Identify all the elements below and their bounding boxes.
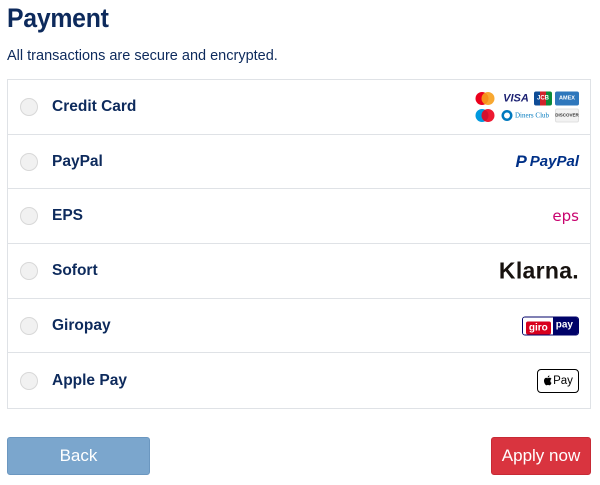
klarna-logo-text: Klarna. <box>498 257 579 284</box>
radio-paypal[interactable] <box>20 152 38 171</box>
giropay-logo-left: giro <box>525 321 551 335</box>
payment-option-paypal[interactable]: PayPal P PayPal <box>8 135 590 190</box>
paypal-logo-text: PayPal <box>529 153 579 171</box>
option-label: Giropay <box>52 316 111 334</box>
radio-giropay[interactable] <box>20 316 38 335</box>
discover-icon: DISCOVER <box>555 108 579 123</box>
payment-options-list: Credit Card VISA JCB AMEX Diners Club DI… <box>7 79 591 410</box>
radio-sofort[interactable] <box>20 261 38 280</box>
apple-pay-logo: Pay <box>537 368 579 393</box>
payment-option-credit-card[interactable]: Credit Card VISA JCB AMEX Diners Club DI… <box>8 80 590 135</box>
radio-apple-pay[interactable] <box>20 371 38 390</box>
jcb-icon: JCB <box>534 91 552 106</box>
giropay-logo-right: pay <box>552 317 578 335</box>
diners-club-icon: Diners Club <box>501 108 549 122</box>
paypal-logo: P PayPal <box>515 152 579 172</box>
page-subtitle: All transactions are secure and encrypte… <box>7 48 278 64</box>
giropay-logo: giro pay <box>521 316 579 336</box>
amex-icon: AMEX <box>555 91 579 106</box>
page-title: Payment <box>7 3 109 33</box>
eps-logo-text: eps <box>552 207 579 226</box>
apple-pay-logo-text: Pay <box>553 374 573 387</box>
option-label: PayPal <box>52 152 103 170</box>
diners-club-text: Diners Club <box>514 111 550 120</box>
payment-option-sofort[interactable]: Sofort Klarna. <box>8 244 590 299</box>
paypal-p-icon: P <box>515 151 527 171</box>
radio-credit-card[interactable] <box>20 97 38 116</box>
option-label: EPS <box>52 207 84 225</box>
payment-option-eps[interactable]: EPS eps <box>8 189 590 245</box>
card-brands-icon: VISA JCB AMEX Diners Club DISCOVER <box>472 91 579 123</box>
radio-eps[interactable] <box>20 207 38 226</box>
visa-icon: VISA <box>503 92 529 105</box>
payment-option-giropay[interactable]: Giropay giro pay <box>8 299 590 354</box>
option-label: Apple Pay <box>52 371 127 389</box>
apply-now-button[interactable]: Apply now <box>491 437 591 475</box>
maestro-icon <box>472 108 498 123</box>
apple-icon <box>544 375 552 386</box>
option-label: Sofort <box>52 261 98 279</box>
payment-option-apple-pay[interactable]: Apple Pay Pay <box>8 353 590 408</box>
klarna-logo: Klarna. <box>499 257 579 284</box>
option-label: Credit Card <box>52 97 137 115</box>
mastercard-icon <box>472 91 498 106</box>
back-button[interactable]: Back <box>7 437 150 475</box>
eps-logo: eps <box>552 207 579 225</box>
